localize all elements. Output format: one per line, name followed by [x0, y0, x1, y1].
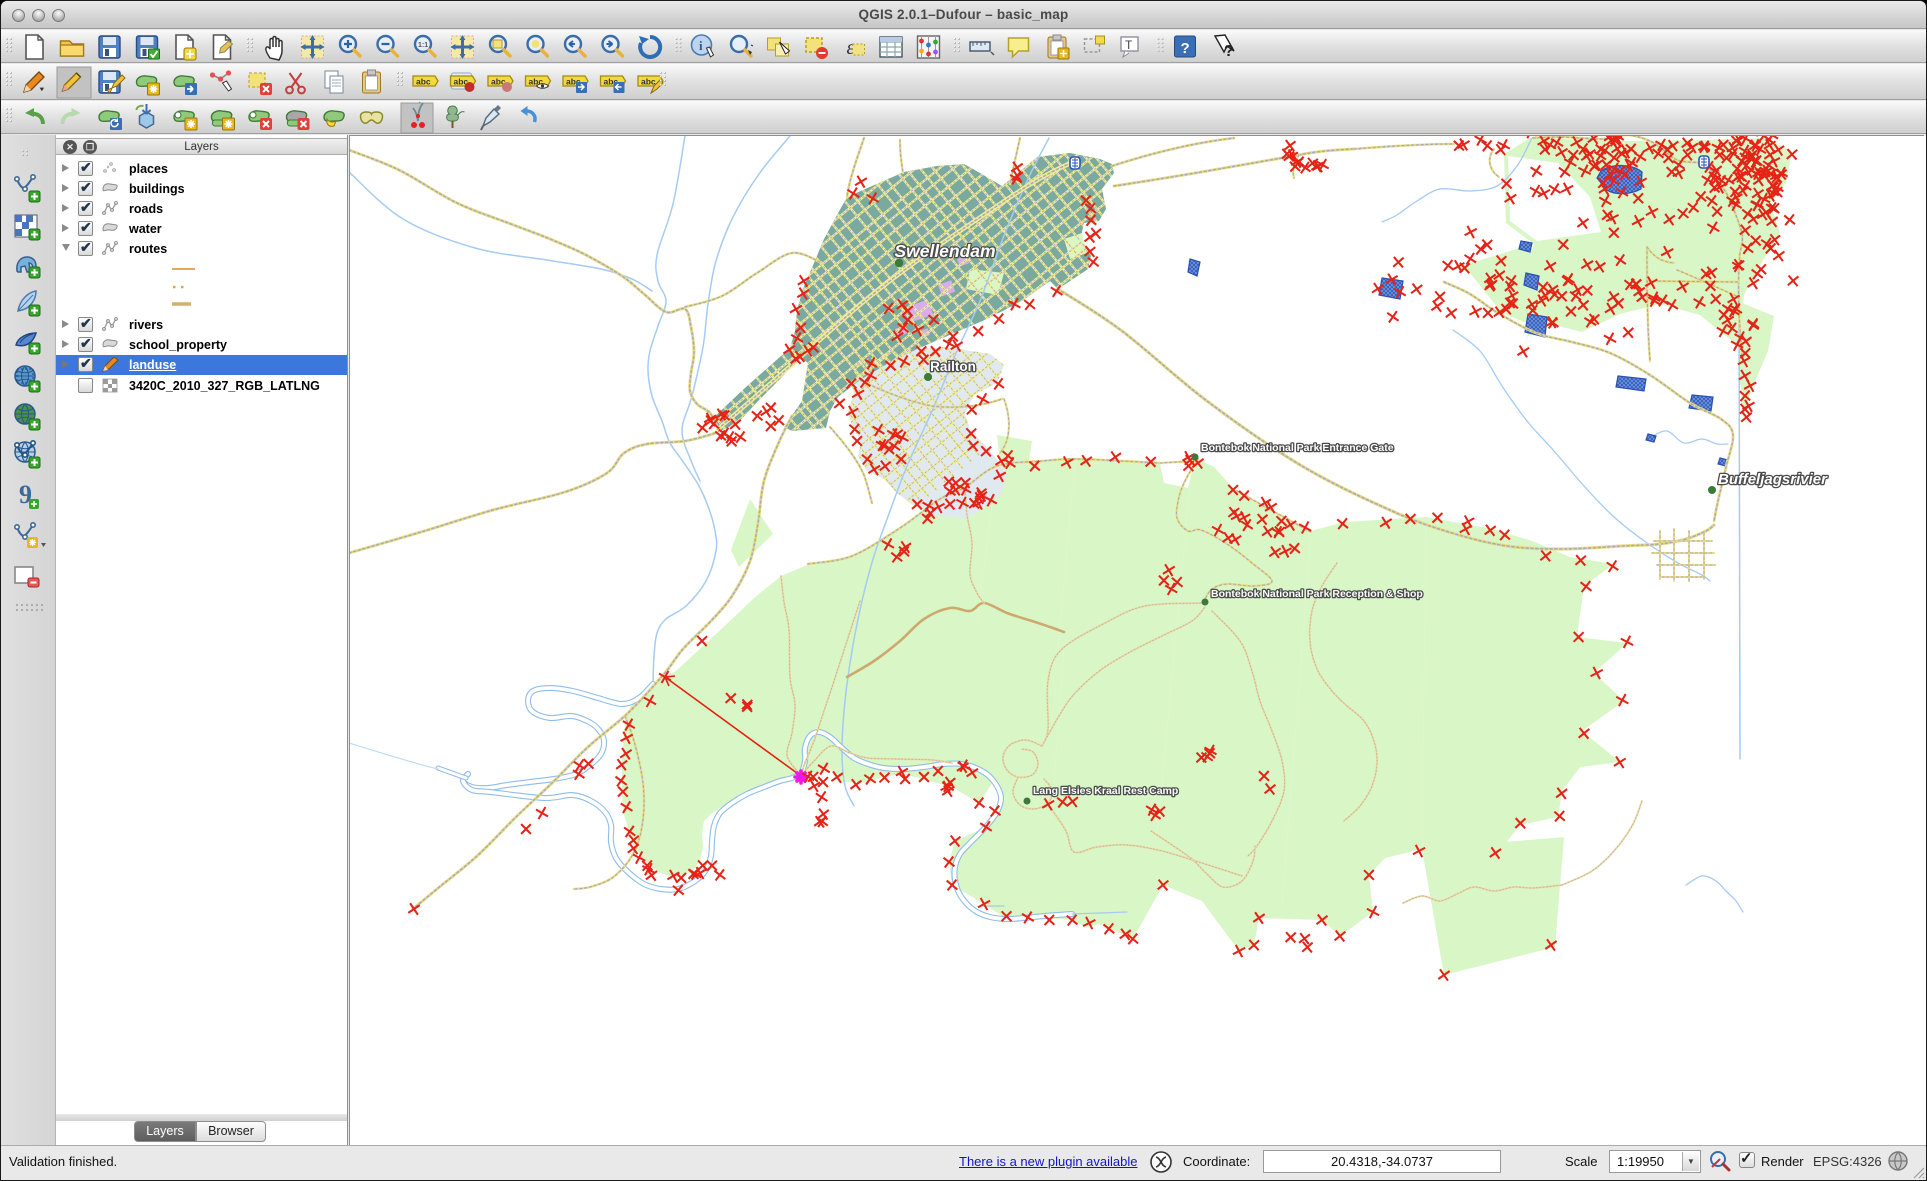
svg-text:1:1: 1:1 [418, 42, 428, 49]
svg-text:Railton: Railton [930, 359, 976, 374]
svg-text:Swellendam: Swellendam [894, 241, 995, 261]
svg-text:T: T [1125, 38, 1133, 52]
svg-text:i: i [699, 38, 703, 53]
svg-text:abc: abc [641, 77, 656, 87]
svg-text:Lang Elsies Kraal Rest Camp: Lang Elsies Kraal Rest Camp [1033, 785, 1178, 797]
svg-text:?: ? [1224, 43, 1234, 60]
svg-text:Bontebok National Park Recepti: Bontebok National Park Reception & Shop [1211, 588, 1423, 600]
svg-text:Buffeljagsrivier: Buffeljagsrivier [1718, 471, 1828, 488]
svg-text:Bontebok National Park Entranc: Bontebok National Park Entrance Gate [1201, 442, 1394, 454]
svg-text:abc: abc [416, 77, 431, 87]
svg-text:?: ? [1181, 40, 1190, 57]
